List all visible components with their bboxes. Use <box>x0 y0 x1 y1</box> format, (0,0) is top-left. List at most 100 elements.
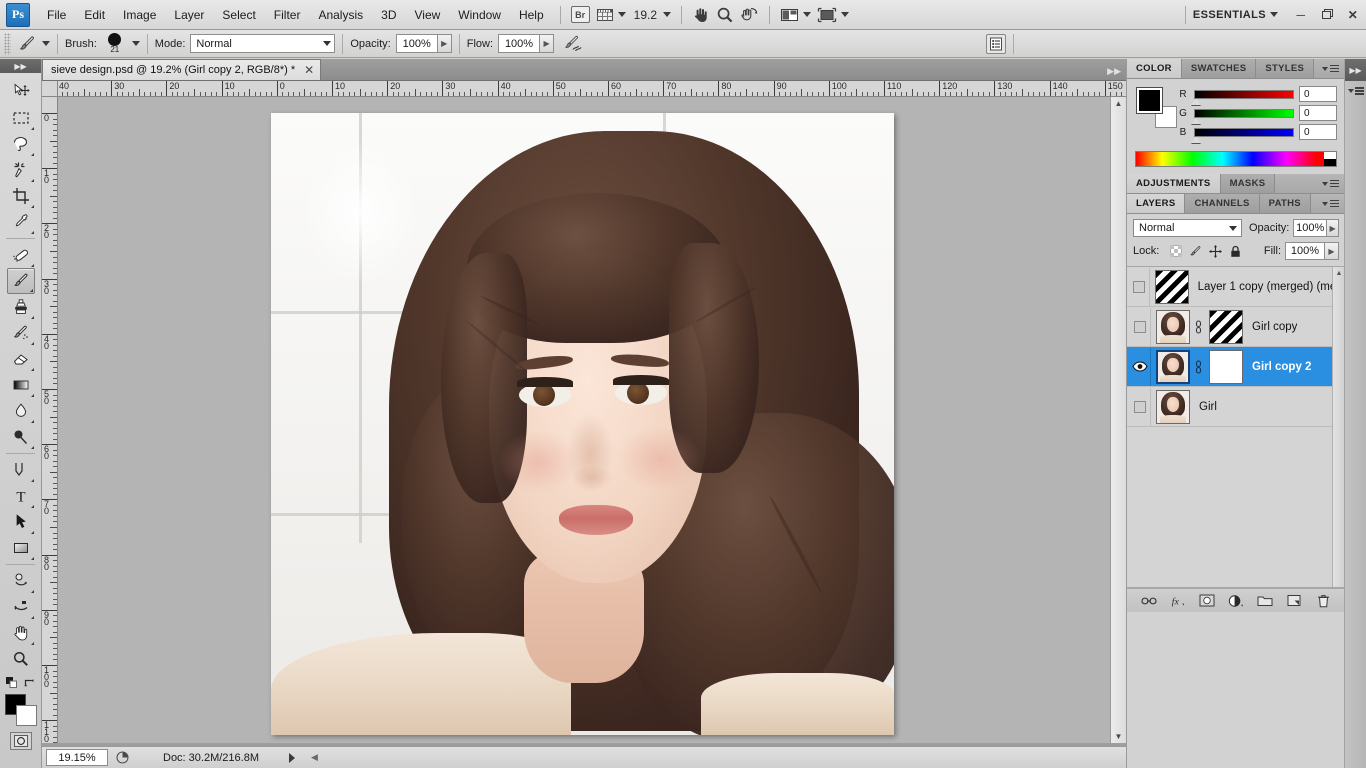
canvas-viewport[interactable] <box>58 97 1126 743</box>
menu-3d[interactable]: 3D <box>372 4 405 26</box>
layer-style-button[interactable]: fx <box>1170 593 1186 609</box>
menu-file[interactable]: File <box>38 4 75 26</box>
workspace-switcher[interactable]: ESSENTIALS ─ ✕ <box>1178 4 1366 26</box>
ruler-corner[interactable] <box>42 81 58 97</box>
type-tool[interactable]: T <box>7 483 35 509</box>
shape-tool[interactable] <box>7 535 35 561</box>
layer-name[interactable]: Girl copy <box>1252 321 1297 333</box>
minimize-button[interactable]: ─ <box>1288 4 1314 26</box>
tab-layers[interactable]: LAYERS <box>1127 194 1186 213</box>
menu-help[interactable]: Help <box>510 4 553 26</box>
quick-mask-toggle-button[interactable] <box>9 732 32 750</box>
tab-swatches[interactable]: SWATCHES <box>1181 59 1257 78</box>
spectrum-white[interactable] <box>1324 152 1336 159</box>
layer-mask-thumbnail[interactable] <box>1209 309 1243 344</box>
menu-view[interactable]: View <box>405 4 449 26</box>
red-slider-track[interactable] <box>1191 89 1294 105</box>
red-value-input[interactable]: 0 <box>1299 86 1337 102</box>
collapse-panels-button[interactable]: ▶▶ <box>1345 59 1366 81</box>
document-tab[interactable]: sieve design.psd @ 19.2% (Girl copy 2, R… <box>42 59 322 80</box>
green-slider-thumb[interactable] <box>1191 117 1201 124</box>
toggle-brush-panel-button[interactable] <box>986 33 1007 54</box>
tab-bar-overflow[interactable]: ▶▶ <box>1107 66 1126 80</box>
eyedropper-tool[interactable] <box>7 209 35 235</box>
blend-mode-select[interactable]: Normal <box>190 34 336 53</box>
rotate-view-tool-button[interactable] <box>737 4 762 26</box>
history-brush-tool[interactable] <box>7 320 35 346</box>
new-adjustment-layer-button[interactable] <box>1228 593 1244 609</box>
view-extras-button[interactable] <box>593 4 629 26</box>
layer-visibility-cell[interactable] <box>1129 267 1151 306</box>
blue-slider-track[interactable] <box>1191 127 1294 143</box>
table-row[interactable]: Girl copy <box>1127 307 1345 347</box>
launch-bridge-button[interactable]: Br <box>568 4 593 26</box>
link-layers-button[interactable] <box>1141 593 1157 609</box>
healing-brush-tool[interactable] <box>7 242 35 268</box>
lock-image-pixels-button[interactable] <box>1189 245 1202 258</box>
tab-styles[interactable]: STYLES <box>1256 59 1315 78</box>
green-slider-track[interactable] <box>1191 108 1294 124</box>
close-button[interactable]: ✕ <box>1340 4 1366 26</box>
color-spectrum-ramp[interactable] <box>1135 151 1337 167</box>
layer-visibility-cell[interactable] <box>1129 387 1151 426</box>
eye-icon-off[interactable] <box>1133 320 1146 333</box>
blue-slider-thumb[interactable] <box>1191 136 1201 143</box>
crop-tool[interactable] <box>7 183 35 209</box>
airbrush-toggle-button[interactable] <box>562 34 584 54</box>
dock-menu-button[interactable] <box>1345 81 1366 101</box>
canvas-vertical-scrollbar[interactable]: ▲ ▼ <box>1110 97 1126 743</box>
default-colors-icon[interactable] <box>6 677 17 688</box>
spectrum-gradient[interactable] <box>1136 152 1324 166</box>
menu-edit[interactable]: Edit <box>75 4 114 26</box>
toolbar-collapse-handle[interactable]: ▶▶ <box>0 59 41 73</box>
tab-adjustments[interactable]: ADJUSTMENTS <box>1127 174 1221 193</box>
quick-selection-tool[interactable] <box>7 157 35 183</box>
clone-stamp-tool[interactable] <box>7 294 35 320</box>
options-bar-grip[interactable] <box>4 32 11 55</box>
table-row[interactable]: Girl <box>1127 387 1345 427</box>
scroll-up-arrow-icon[interactable]: ▲ <box>1111 97 1126 110</box>
marquee-tool[interactable] <box>7 105 35 131</box>
zoom-percentage-field[interactable]: 19.15% <box>46 749 108 766</box>
menu-image[interactable]: Image <box>114 4 165 26</box>
swap-colors-icon[interactable] <box>24 677 35 688</box>
layer-name[interactable]: Girl copy 2 <box>1252 361 1311 373</box>
menu-layer[interactable]: Layer <box>165 4 213 26</box>
tab-color[interactable]: COLOR <box>1127 59 1182 78</box>
layer-blend-mode-select[interactable]: Normal <box>1133 219 1242 237</box>
gradient-tool[interactable] <box>7 372 35 398</box>
layer-opacity-input[interactable]: 100% <box>1293 219 1328 237</box>
screen-mode-button[interactable] <box>814 4 852 26</box>
pen-tool[interactable] <box>7 457 35 483</box>
menu-analysis[interactable]: Analysis <box>309 4 372 26</box>
layer-thumbnail[interactable] <box>1155 269 1189 304</box>
layer-list[interactable]: Layer 1 copy (merged) (mer... Girl copy … <box>1127 266 1345 588</box>
zoom-tool[interactable] <box>7 646 35 672</box>
color-panel-menu-button[interactable] <box>1316 59 1345 78</box>
brush-preset-chevron-icon[interactable] <box>131 41 140 46</box>
new-group-button[interactable] <box>1257 593 1273 609</box>
color-panel-foreground-swatch[interactable] <box>1136 87 1163 114</box>
foreground-background-colors[interactable] <box>4 694 37 726</box>
hand-tool-button[interactable] <box>689 4 713 26</box>
layer-mask-link-cell[interactable] <box>1190 359 1206 374</box>
layer-fill-slider-button[interactable]: ▶ <box>1325 242 1339 260</box>
layer-mask-thumbnail[interactable] <box>1209 349 1243 384</box>
close-icon[interactable]: ✕ <box>304 63 314 77</box>
layer-opacity-slider-button[interactable]: ▶ <box>1327 219 1340 237</box>
zoom-tool-button[interactable] <box>713 4 737 26</box>
eye-icon-off[interactable] <box>1133 280 1146 293</box>
brush-tool[interactable] <box>6 268 35 294</box>
move-tool[interactable] <box>7 79 35 105</box>
restore-button[interactable] <box>1314 4 1340 26</box>
opacity-slider-button[interactable]: ▶ <box>437 34 452 53</box>
flow-slider-button[interactable]: ▶ <box>540 34 555 53</box>
layer-fill-input[interactable]: 100% <box>1285 242 1325 260</box>
lock-all-button[interactable] <box>1229 245 1242 258</box>
horizontal-ruler[interactable]: 40 30 20 10 0 10 20 30 40 50 60 70 80 90 100 110 120 130 1… <box>58 81 1126 97</box>
lasso-tool[interactable] <box>7 131 35 157</box>
adjustments-panel-menu-button[interactable] <box>1316 174 1345 193</box>
lock-transparent-pixels-button[interactable] <box>1169 245 1182 258</box>
menu-window[interactable]: Window <box>449 4 510 26</box>
dodge-tool[interactable] <box>7 424 35 450</box>
